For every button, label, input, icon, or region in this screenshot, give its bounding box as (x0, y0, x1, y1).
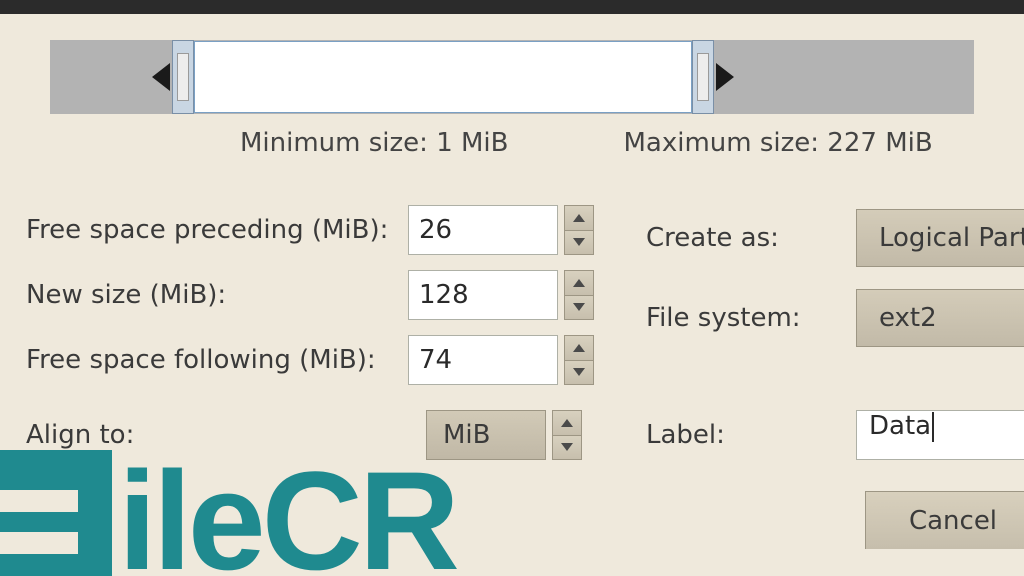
resize-handle-right[interactable] (692, 40, 714, 114)
minimum-size-label: Minimum size: 1 MiB (240, 128, 509, 158)
chevron-down-icon (561, 443, 573, 451)
titlebar (0, 0, 1024, 14)
new-size-spin (408, 270, 594, 320)
partition-region[interactable] (152, 40, 734, 114)
watermark-f-icon (0, 450, 112, 576)
row-partition-label: Label: Data (646, 409, 1024, 461)
partition-size-slider[interactable] (50, 32, 974, 122)
free-following-step-down[interactable] (564, 361, 594, 386)
free-following-spin (408, 335, 594, 385)
chevron-up-icon (573, 279, 585, 287)
free-preceding-step-down[interactable] (564, 231, 594, 256)
row-file-system: File system: ext2 (646, 292, 1024, 344)
row-new-size: New size (MiB): (26, 269, 594, 321)
free-following-step-up[interactable] (564, 335, 594, 361)
align-to-step-down[interactable] (552, 436, 582, 461)
chevron-up-icon (573, 344, 585, 352)
file-system-value: ext2 (879, 303, 937, 333)
new-partition-block[interactable] (194, 41, 692, 113)
create-as-value: Logical Part (879, 223, 1024, 253)
watermark-text: ileCR (118, 466, 456, 576)
free-following-input[interactable] (408, 335, 558, 385)
file-system-combo[interactable]: ext2 (856, 289, 1024, 347)
file-system-label: File system: (646, 303, 856, 333)
row-dialog-buttons: Cancel (646, 494, 1024, 546)
free-preceding-label: Free space preceding (MiB): (26, 215, 408, 245)
free-following-label: Free space following (MiB): (26, 345, 408, 375)
slider-track (50, 40, 974, 114)
create-as-label: Create as: (646, 223, 856, 253)
partition-label-label: Label: (646, 420, 856, 450)
create-as-combo[interactable]: Logical Part (856, 209, 1024, 267)
cancel-button-label: Cancel (909, 506, 997, 536)
resize-left-arrow-icon[interactable] (152, 63, 170, 91)
text-caret-icon (932, 412, 934, 442)
free-preceding-input[interactable] (408, 205, 558, 255)
row-free-following: Free space following (MiB): (26, 334, 594, 386)
new-size-step-down[interactable] (564, 296, 594, 321)
free-preceding-step-up[interactable] (564, 205, 594, 231)
chevron-down-icon (573, 303, 585, 311)
align-to-step-up[interactable] (552, 410, 582, 436)
free-preceding-spin (408, 205, 594, 255)
resize-handle-left[interactable] (172, 40, 194, 114)
row-create-as: Create as: Logical Part (646, 212, 1024, 264)
chevron-up-icon (561, 419, 573, 427)
size-caption-row: Minimum size: 1 MiB Maximum size: 227 Mi… (0, 128, 1024, 158)
new-size-label: New size (MiB): (26, 280, 408, 310)
partition-label-value: Data (869, 411, 931, 441)
row-free-preceding: Free space preceding (MiB): (26, 204, 594, 256)
new-size-input[interactable] (408, 270, 558, 320)
resize-right-arrow-icon[interactable] (716, 63, 734, 91)
chevron-down-icon (573, 368, 585, 376)
chevron-down-icon (573, 238, 585, 246)
filecr-watermark: ileCR (0, 436, 456, 576)
chevron-up-icon (573, 214, 585, 222)
maximum-size-label: Maximum size: 227 MiB (624, 128, 933, 158)
new-size-step-up[interactable] (564, 270, 594, 296)
create-partition-dialog: Minimum size: 1 MiB Maximum size: 227 Mi… (0, 14, 1024, 576)
cancel-button[interactable]: Cancel (865, 491, 1024, 549)
partition-label-input[interactable]: Data (856, 410, 1024, 460)
